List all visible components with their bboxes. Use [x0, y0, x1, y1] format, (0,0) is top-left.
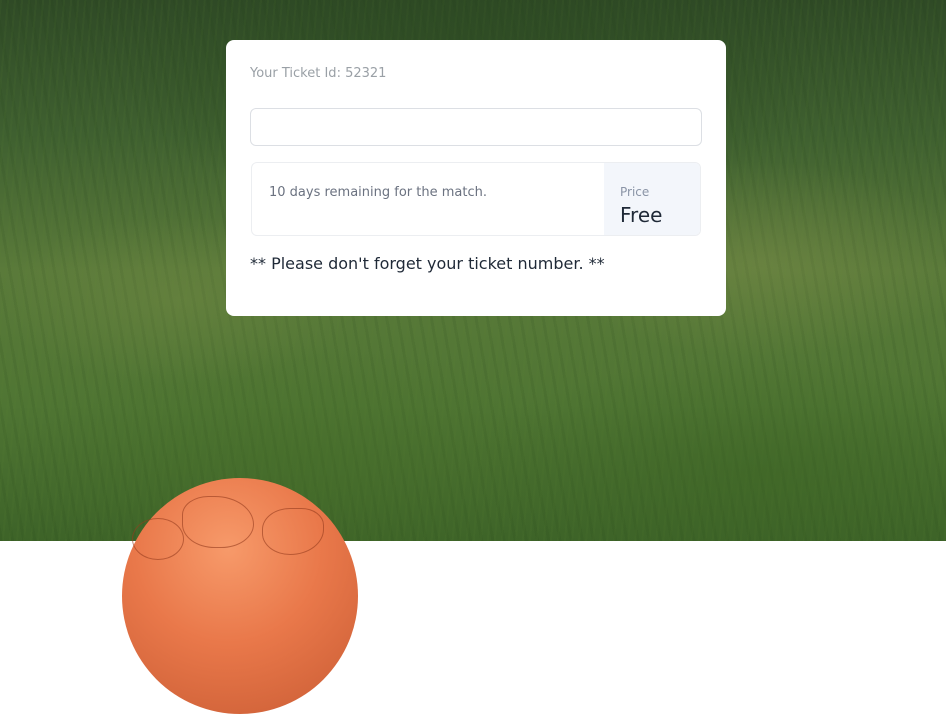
reminder-text: ** Please don't forget your ticket numbe… [250, 254, 605, 273]
match-info-box: 10 days remaining for the match. Price F… [251, 162, 701, 236]
price-label: Price [620, 185, 650, 199]
ticket-id-label: Your Ticket Id: 52321 [250, 66, 387, 81]
price-panel: Price Free [604, 163, 700, 235]
ticket-card: Your Ticket Id: 52321 10 days remaining … [226, 40, 726, 316]
ball-seam [262, 508, 324, 555]
days-remaining-text: 10 days remaining for the match. [269, 185, 487, 200]
ball-seam [132, 518, 184, 560]
ball-seam [182, 496, 254, 548]
soccer-ball-image [122, 478, 358, 714]
ticket-number-input[interactable] [250, 108, 702, 146]
price-value: Free [620, 203, 663, 227]
